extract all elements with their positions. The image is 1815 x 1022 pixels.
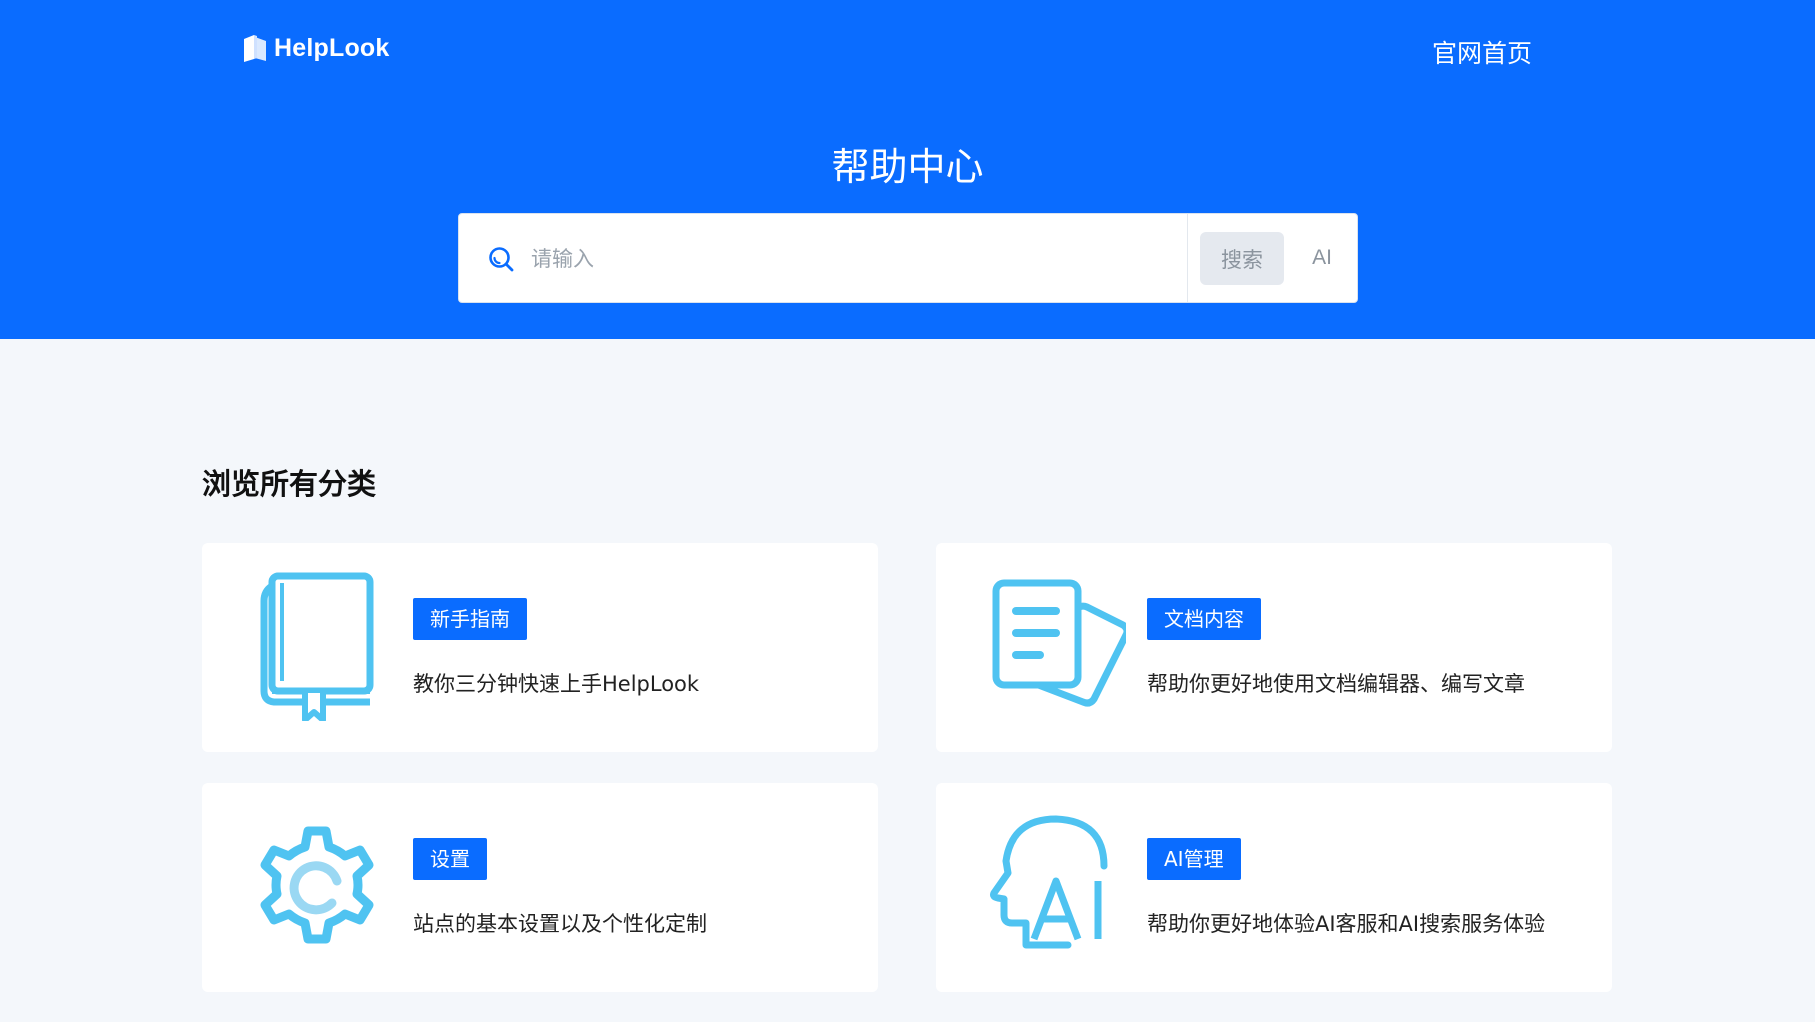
category-card-ai-management[interactable]: AI管理 帮助你更好地体验AI客服和AI搜索服务体验 <box>936 783 1612 992</box>
search-icon <box>489 247 514 272</box>
search-divider <box>1187 214 1188 302</box>
official-home-link[interactable]: 官网首页 <box>1432 34 1532 70</box>
document-icon <box>992 579 1126 707</box>
hero-banner: HelpLook 官网首页 帮助中心 搜索 AI <box>0 0 1815 339</box>
category-tag: 设置 <box>413 838 487 880</box>
book-icon <box>260 572 374 721</box>
category-description: 教你三分钟快速上手HelpLook <box>413 672 700 696</box>
section-title: 浏览所有分类 <box>202 467 377 501</box>
search-input[interactable] <box>531 232 1151 286</box>
ai-head-icon <box>990 815 1108 949</box>
category-tag: AI管理 <box>1147 838 1241 880</box>
gear-icon <box>260 826 374 944</box>
category-description: 帮助你更好地使用文档编辑器、编写文章 <box>1147 672 1525 696</box>
logo[interactable]: HelpLook <box>242 33 390 63</box>
ai-search-button[interactable]: AI <box>1302 238 1342 278</box>
category-description: 帮助你更好地体验AI客服和AI搜索服务体验 <box>1147 912 1546 936</box>
category-card-settings[interactable]: 设置 站点的基本设置以及个性化定制 <box>202 783 878 992</box>
category-tag: 新手指南 <box>413 598 527 640</box>
category-tag: 文档内容 <box>1147 598 1261 640</box>
category-card-getting-started[interactable]: 新手指南 教你三分钟快速上手HelpLook <box>202 543 878 752</box>
category-description: 站点的基本设置以及个性化定制 <box>413 912 707 936</box>
search-box: 搜索 AI <box>458 213 1358 303</box>
page-title: 帮助中心 <box>831 145 984 189</box>
category-card-document-content[interactable]: 文档内容 帮助你更好地使用文档编辑器、编写文章 <box>936 543 1612 752</box>
search-button[interactable]: 搜索 <box>1200 232 1284 285</box>
logo-text: HelpLook <box>274 33 390 62</box>
logo-icon <box>244 35 266 62</box>
